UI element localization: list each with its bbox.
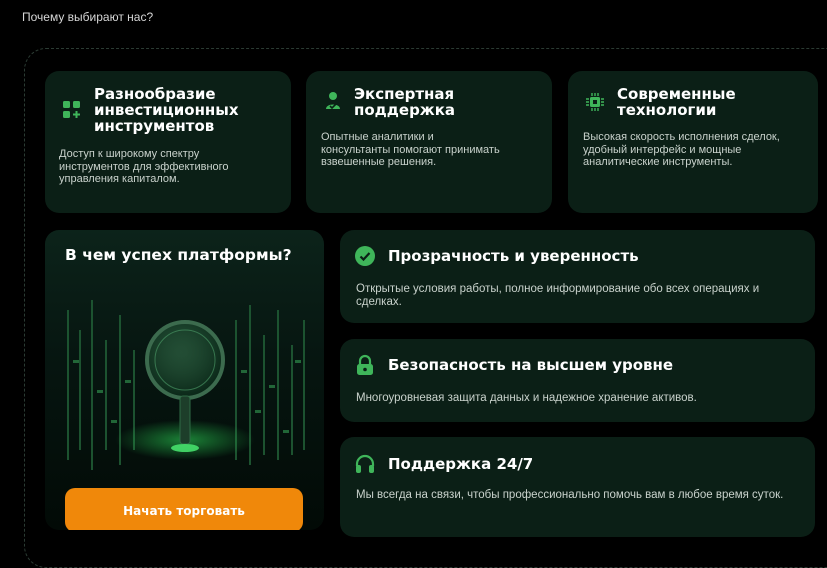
hero-card: В чем успех платформы? Начать торговать: [45, 230, 324, 530]
card-title: Разнообразие инвестиционных инструментов: [94, 85, 239, 135]
grid-plus-icon: [63, 101, 80, 118]
feature-title: Прозрачность и уверенность: [388, 247, 639, 265]
feature-title: Поддержка 24/7: [388, 455, 534, 473]
hero-title: В чем успех платформы?: [65, 246, 292, 264]
lock-icon: [357, 354, 373, 375]
card-title: Современные технологии: [617, 85, 736, 119]
feature-description: Мы всегда на связи, чтобы профессиональн…: [356, 489, 784, 501]
card-instruments: Разнообразие инвестиционных инструментов…: [45, 71, 291, 213]
card-title: Экспертная поддержка: [354, 85, 456, 119]
section-label: Почему выбирают нас?: [22, 10, 154, 24]
check-circle-icon: [355, 246, 375, 266]
person-support-icon: [326, 92, 340, 109]
feature-title: Безопасность на высшем уровне: [388, 356, 674, 374]
headphones-icon: [355, 454, 375, 473]
feature-support-247: Поддержка 24/7 Мы всегда на связи, чтобы…: [340, 437, 815, 537]
feature-transparency: Прозрачность и уверенность Открытые усло…: [340, 230, 815, 323]
card-description: Высокая скорость исполнения сделок, удоб…: [583, 131, 780, 168]
feature-description: Многоуровневая защита данных и надежное …: [356, 392, 697, 404]
card-technologies: Современные технологии Высокая скорость …: [568, 71, 818, 213]
feature-security: Безопасность на высшем уровне Многоуровн…: [340, 339, 815, 422]
card-description: Доступ к широкому спектру инструментов д…: [59, 148, 229, 185]
card-description: Опытные аналитики и консультанты помогаю…: [321, 131, 500, 168]
card-expert-support: Экспертная поддержка Опытные аналитики и…: [306, 71, 552, 213]
feature-description: Открытые условия работы, полное информир…: [356, 283, 760, 308]
chip-icon: [586, 93, 604, 111]
